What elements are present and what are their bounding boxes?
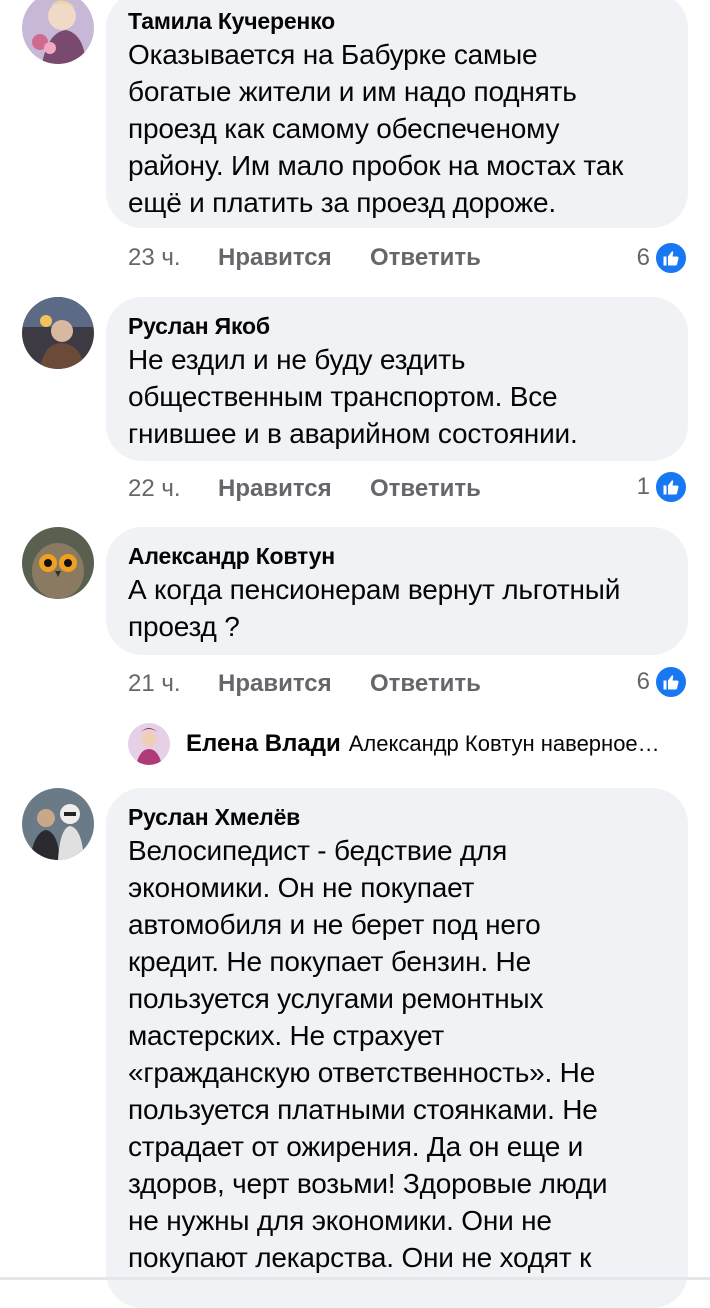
- reply-button[interactable]: Ответить: [370, 475, 481, 503]
- like-button[interactable]: Нравится: [218, 244, 370, 272]
- comment-time[interactable]: 22 ч.: [128, 475, 218, 503]
- comment-line: кредит. Не покупает бензин. Не: [128, 946, 531, 977]
- comment-actions: 21 ч. Нравится Ответить: [128, 666, 481, 702]
- comment-bubble: Руслан Якоб Не ездил и не буду ездить об…: [106, 297, 688, 461]
- avatar[interactable]: [22, 527, 94, 599]
- comment-actions: 22 ч. Нравится Ответить: [128, 471, 481, 507]
- reaction-summary[interactable]: 6: [637, 664, 688, 700]
- avatar: [128, 723, 170, 765]
- comment-actions: 23 ч. Нравится Ответить: [128, 240, 481, 276]
- reply-button[interactable]: Ответить: [370, 670, 481, 698]
- comment-bubble: Руслан Хмелёв Велосипедист - бедствие дл…: [106, 788, 688, 1308]
- comment-author[interactable]: Александр Ковтун: [128, 541, 666, 571]
- avatar[interactable]: [22, 0, 94, 64]
- reply-author[interactable]: Елена Влади: [186, 730, 341, 758]
- comment-time[interactable]: 21 ч.: [128, 670, 218, 698]
- comment-text: Оказывается на Бабурке самые богатые жит…: [128, 36, 666, 221]
- comment-bubble: Тамила Кучеренко Оказывается на Бабурке …: [106, 0, 688, 228]
- like-reaction-icon: [654, 241, 688, 275]
- comment-line: мастерских. Не страхует: [128, 1020, 445, 1051]
- reply-button[interactable]: Ответить: [370, 244, 481, 272]
- reaction-count: 6: [636, 244, 650, 271]
- comment-line: району. Им мало пробок на мостах так: [128, 150, 624, 181]
- comment-line: Не ездил и не буду ездить: [128, 344, 466, 375]
- comment-bubble: Александр Ковтун А когда пенсионерам вер…: [106, 527, 688, 655]
- comment-line: богатые жители и им надо поднять: [128, 76, 577, 107]
- comment-line: А когда пенсионерам вернут льготный: [128, 574, 621, 605]
- avatar[interactable]: [22, 788, 94, 860]
- like-button[interactable]: Нравится: [218, 475, 370, 503]
- comment-line: страдает от ожирения. Да он еще и: [128, 1131, 584, 1162]
- comment-line: «гражданскую ответственность». Не: [128, 1057, 596, 1088]
- comment-author[interactable]: Руслан Хмелёв: [128, 802, 666, 832]
- reply-preview[interactable]: Елена Влади Александр Ковтун наверное…: [128, 722, 660, 766]
- avatar[interactable]: [22, 297, 94, 369]
- comment-line: не нужны для экономики. Они не: [128, 1205, 552, 1236]
- reaction-count: 1: [636, 473, 650, 500]
- comment-line: пользуется платными стоянками. Не: [128, 1094, 598, 1125]
- reaction-count: 6: [636, 668, 650, 695]
- reply-text: Александр Ковтун наверное…: [348, 731, 660, 756]
- comment-line: проезд как самому обеспеченому: [128, 113, 560, 144]
- comment-text: Велосипедист - бедствие для экономики. О…: [128, 832, 666, 1276]
- comment-text: А когда пенсионерам вернут льготный прое…: [128, 571, 666, 645]
- comment-line: экономики. Он не покупает: [128, 872, 475, 903]
- comment-line: здоров, черт возьми! Здоровые люди: [128, 1168, 608, 1199]
- comment-line: общественным транспортом. Все: [128, 381, 558, 412]
- comment-line: Оказывается на Бабурке самые: [128, 39, 538, 70]
- comment-author[interactable]: Тамила Кучеренко: [128, 6, 666, 36]
- reaction-summary[interactable]: 1: [637, 469, 688, 505]
- comment-line: гнившее и в аварийном состоянии.: [128, 418, 578, 449]
- comment-author[interactable]: Руслан Якоб: [128, 311, 666, 341]
- comment-line: ещё и платить за проезд дороже.: [128, 187, 556, 218]
- comment-text: Не ездил и не буду ездить общественным т…: [128, 341, 666, 452]
- like-reaction-icon: [654, 470, 688, 504]
- reaction-summary[interactable]: 6: [637, 240, 688, 276]
- comment-line: пользуется услугами ремонтных: [128, 983, 544, 1014]
- like-button[interactable]: Нравится: [218, 670, 370, 698]
- comment-time[interactable]: 23 ч.: [128, 244, 218, 272]
- like-reaction-icon: [654, 665, 688, 699]
- comment-line: Велосипедист - бедствие для: [128, 835, 508, 866]
- comment-line: автомобиля и не берет под него: [128, 909, 541, 940]
- comment-line: покупают лекарства. Они не ходят к: [128, 1242, 592, 1273]
- comment-line: проезд ?: [128, 611, 240, 642]
